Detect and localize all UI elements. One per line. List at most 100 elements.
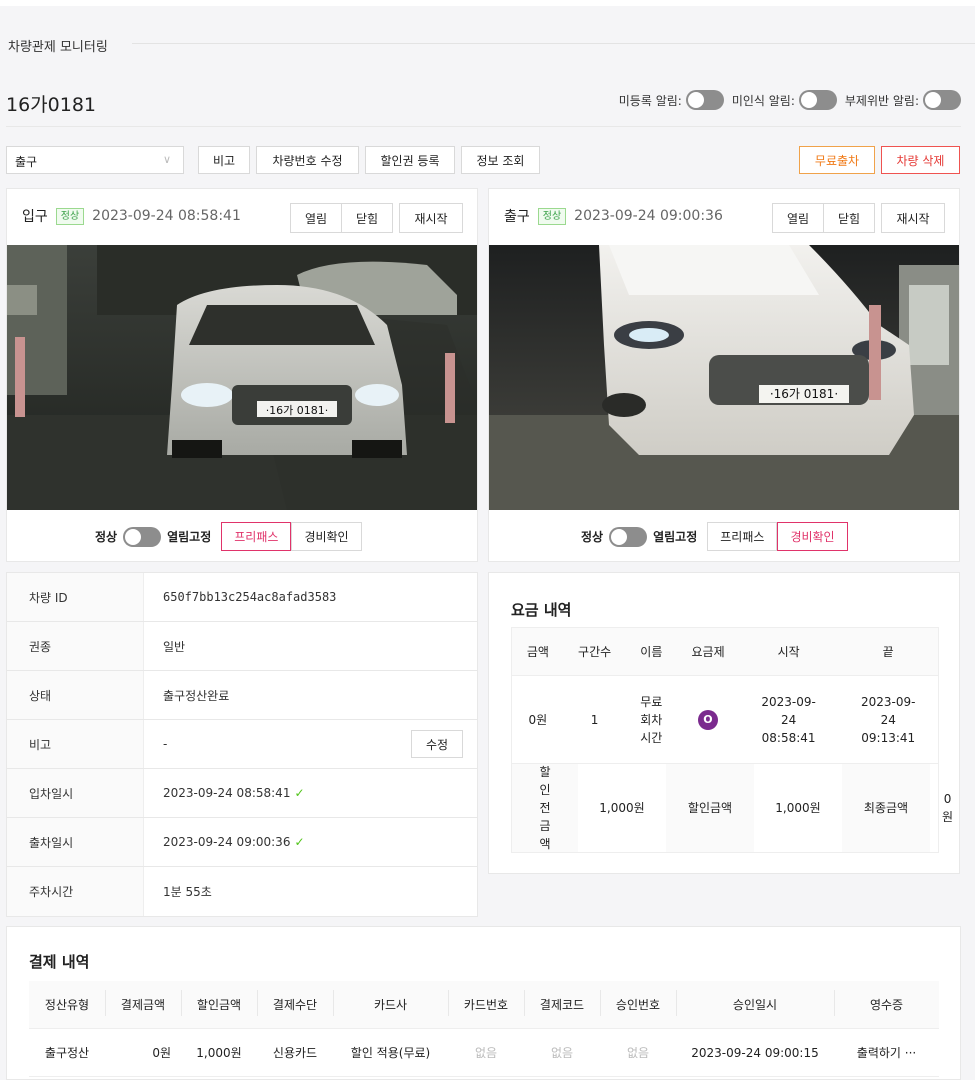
discount-label: 할인금액 (666, 764, 754, 852)
check-icon: ✓ (294, 835, 305, 849)
exit-pass-segment: 프리패스 경비확인 (707, 522, 848, 551)
exit-gate-time: 2023-09-24 09:00:36 (574, 208, 723, 224)
plan-badge: O (697, 709, 718, 730)
status-badge: 정상 (537, 207, 567, 225)
check-icon: ✓ (294, 786, 305, 800)
info-key: 차량 ID (7, 573, 144, 621)
fee-card: 요금 내역 금액 구간수 이름 요금제 시작 끝 0원 1 무료 회차 시간 O… (488, 572, 960, 874)
exit-gate-controls: 정상 열림고정 프리패스 경비확인 (581, 522, 848, 551)
section-divider (132, 43, 975, 44)
pay-amount: 0원 (152, 1046, 171, 1060)
info-row-parking-duration: 주차시간 1분 55초 (7, 867, 477, 916)
payment-title: 결제 내역 (29, 953, 90, 971)
pre-discount-value: 1,000원 (599, 801, 645, 815)
fee-col-start: 시작 (777, 644, 800, 659)
status-badge: 정상 (55, 207, 85, 225)
entry-fix-switch[interactable] (123, 526, 162, 547)
info-key: 주차시간 (7, 867, 144, 916)
entry-gate-controls: 정상 열림고정 프리패스 경비확인 (95, 522, 362, 551)
unrecognized-alert: 미인식 알림: (732, 90, 837, 110)
entry-open-button[interactable]: 열림 (290, 203, 342, 233)
payment-card: 결제 내역 정산유형 결제금액 할인금액 결제수단 카드사 카드번호 결제코드 … (6, 926, 961, 1080)
exit-freepass-option[interactable]: 프리패스 (707, 522, 778, 551)
pay-card-number: 없음 (474, 1046, 498, 1060)
unregistered-alert-switch[interactable] (685, 90, 724, 110)
rotation-violation-alert: 부제위반 알림: (845, 90, 961, 110)
fee-end: 2023-09-24 09:13:41 (860, 694, 916, 745)
payment-table-header: 정산유형 결제금액 할인금액 결제수단 카드사 카드번호 결제코드 승인번호 승… (29, 981, 939, 1029)
entry-restart-button[interactable]: 재시작 (399, 203, 463, 233)
entry-pass-segment: 프리패스 경비확인 (221, 522, 362, 551)
pay-approval: 없음 (626, 1046, 650, 1060)
entry-mode-label: 정상 (95, 530, 118, 544)
exit-plate-text: ·16가 0181· (770, 387, 838, 401)
status-value: 출구정산완료 (163, 688, 230, 703)
final-amount-cell: 0원 (930, 764, 953, 852)
unrecognized-alert-switch[interactable] (798, 90, 837, 110)
info-row-status: 상태 출구정산완료 (7, 671, 477, 720)
exit-fix-switch[interactable] (609, 526, 648, 547)
alert-toggles: 미등록 알림: 미인식 알림: 부제위반 알림: (619, 90, 961, 110)
section-title: 차량관제 모니터링 (8, 40, 108, 55)
register-coupon-button[interactable]: 할인권 등록 (365, 146, 455, 174)
fee-row: 0원 1 무료 회차 시간 O 2023-09-24 08:58:41 2023… (512, 676, 938, 764)
exit-open-button[interactable]: 열림 (772, 203, 824, 233)
direction-select[interactable]: 출구 ∨ (6, 146, 184, 174)
print-receipt-link[interactable]: 출력하기 ··· (834, 1044, 939, 1061)
entry-freepass-option[interactable]: 프리패스 (221, 522, 292, 551)
pay-col-approved-at: 승인일시 (676, 990, 834, 1016)
final-amount-label: 최종금액 (842, 764, 930, 852)
info-row-ticket-type: 권종 일반 (7, 622, 477, 671)
fee-table-header: 금액 구간수 이름 요금제 시작 끝 (512, 628, 938, 676)
pay-type: 출구정산 (44, 1046, 90, 1060)
pay-card-company: 할인 적용(무료) (350, 1046, 431, 1060)
pay-col-approval: 승인번호 (600, 990, 676, 1016)
entry-gate-name: 입구 (22, 209, 48, 225)
parking-duration-value: 1분 55초 (163, 885, 212, 899)
pay-col-code: 결제코드 (524, 990, 600, 1016)
info-row-memo: 비고 - 수정 (7, 720, 477, 769)
exit-gate-header: 출구 정상 2023-09-24 09:00:36 (504, 206, 723, 226)
free-exit-button[interactable]: 무료출차 (799, 146, 875, 174)
exit-close-button[interactable]: 닫힘 (823, 203, 875, 233)
header-divider (6, 126, 961, 127)
entry-plate-text: ·16가 0181· (266, 404, 329, 417)
info-key: 비고 (7, 720, 144, 768)
rotation-violation-alert-switch[interactable] (923, 90, 961, 110)
pay-col-receipt: 영수증 (834, 990, 939, 1016)
pay-method: 신용카드 (272, 1046, 318, 1060)
table-row: 출구정산 0원 1,000원 신용카드 할인 적용(무료) 없음 없음 없음 2… (29, 1029, 939, 1077)
fee-table: 금액 구간수 이름 요금제 시작 끝 0원 1 무료 회차 시간 O 2023-… (511, 627, 953, 853)
vehicle-info-table: 차량 ID 650f7bb13c254ac8afad3583 권종 일반 상태 출구정… (6, 572, 478, 917)
info-key: 상태 (7, 671, 144, 719)
fee-title: 요금 내역 (511, 601, 572, 619)
exit-mode-label: 정상 (581, 530, 604, 544)
fee-col-end: 끝 (882, 644, 894, 659)
exit-restart-button[interactable]: 재시작 (881, 203, 945, 233)
fee-col-amount: 금액 (526, 644, 549, 659)
entry-fix-label: 열림고정 (167, 530, 212, 544)
entry-gate-header: 입구 정상 2023-09-24 08:58:41 (22, 206, 241, 226)
info-key: 권종 (7, 622, 144, 670)
pay-col-card-company: 카드사 (333, 990, 448, 1016)
entry-guard-check-option[interactable]: 경비확인 (291, 522, 362, 551)
edit-memo-button[interactable]: 수정 (411, 730, 463, 758)
pay-col-type: 정산유형 (44, 998, 90, 1012)
lookup-info-button[interactable]: 정보 조회 (461, 146, 540, 174)
fee-name: 무료 회차 시간 (640, 694, 663, 745)
pay-col-method: 결제수단 (257, 990, 333, 1016)
exit-time-value: 2023-09-24 09:00:36 (163, 835, 291, 849)
unregistered-alert: 미등록 알림: (619, 90, 724, 110)
pre-discount-label: 할인 전 금액 (512, 764, 578, 852)
pay-col-amount: 결제금액 (105, 990, 181, 1016)
delete-vehicle-button[interactable]: 차량 삭제 (881, 146, 960, 174)
fee-plan: O (677, 709, 739, 730)
entry-close-button[interactable]: 닫힘 (341, 203, 393, 233)
info-key: 입차일시 (7, 769, 144, 817)
memo-value: - (163, 737, 168, 751)
pay-discount: 1,000원 (196, 1046, 242, 1060)
unregistered-alert-label: 미등록 알림: (618, 93, 682, 108)
exit-guard-check-option[interactable]: 경비확인 (777, 522, 848, 551)
memo-button[interactable]: 비고 (198, 146, 250, 174)
edit-plate-button[interactable]: 차량번호 수정 (256, 146, 359, 174)
